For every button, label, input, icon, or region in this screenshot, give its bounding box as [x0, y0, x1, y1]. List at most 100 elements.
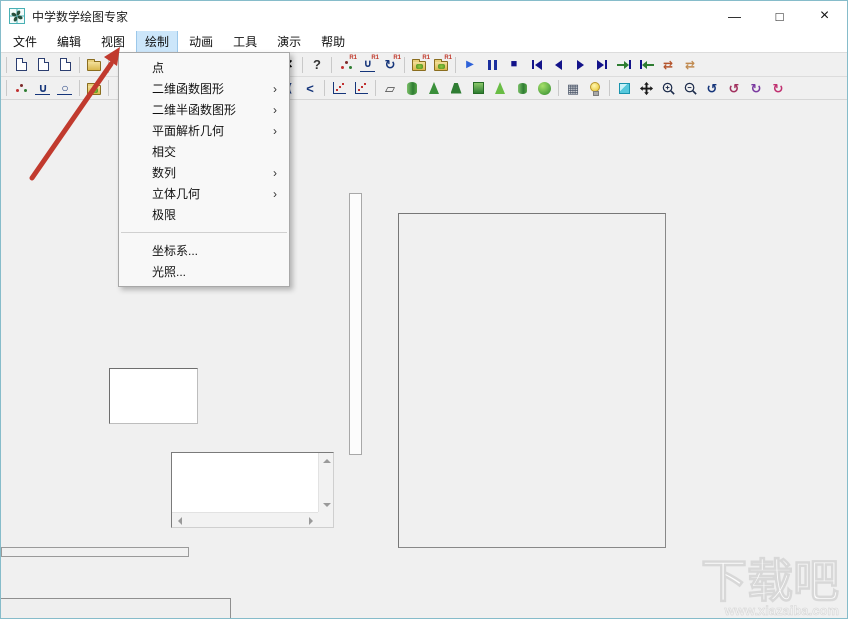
jump-to-end-icon[interactable] [613, 55, 635, 75]
menu-item-edit[interactable]: 编辑 [49, 31, 89, 52]
cone-light-icon[interactable] [489, 78, 511, 98]
cylinder-icon[interactable] [401, 78, 423, 98]
grid-icon[interactable]: ▦ [562, 78, 584, 98]
r1-badge: R1 [371, 55, 379, 61]
draw-menu-item-label: 数列 [152, 164, 176, 181]
draw-menu-item-2[interactable]: 二维半函数图形› [119, 99, 289, 120]
points-icon[interactable] [10, 78, 32, 98]
r1-points-icon[interactable]: R1 [335, 55, 357, 75]
rotate-x-icon[interactable]: ↺ [723, 78, 745, 98]
r1-open-icon[interactable]: R1 [408, 55, 430, 75]
swap-forward-icon[interactable]: ⇄ [657, 55, 679, 75]
r1-rotation-icon[interactable]: ↻R1 [379, 55, 401, 75]
help-icon[interactable]: ? [306, 55, 328, 75]
cuboid-icon[interactable] [467, 78, 489, 98]
draw-menu-item-5[interactable]: 数列› [119, 162, 289, 183]
cube-3d-icon[interactable] [613, 78, 635, 98]
draw-menu-dropdown: 点二维函数图形›二维半函数图形›平面解析几何›相交数列›立体几何›极限坐标系..… [118, 52, 290, 287]
angle-icon[interactable]: < [299, 78, 321, 98]
menu-item-animation[interactable]: 动画 [181, 31, 221, 52]
stop-icon[interactable]: ■ [503, 55, 525, 75]
scroll-left-icon[interactable] [172, 513, 187, 528]
toolbar-separator [324, 80, 325, 96]
cylinder-small-icon[interactable] [511, 78, 533, 98]
menu-item-view[interactable]: 视图 [93, 31, 133, 52]
skip-start-icon[interactable] [525, 55, 547, 75]
horizontal-scrollbar[interactable] [172, 512, 318, 527]
frustum-icon[interactable] [445, 78, 467, 98]
vertical-scrollbar[interactable] [318, 453, 333, 512]
window-controls: — □ × [712, 1, 847, 31]
draw-menu-item-label: 二维函数图形 [152, 80, 224, 97]
submenu-arrow-icon: › [273, 187, 277, 201]
new-file-alt-icon[interactable] [32, 55, 54, 75]
new-file-icon[interactable] [10, 55, 32, 75]
draw-menu-item-label: 光照... [152, 263, 186, 280]
draw-menu-item-7[interactable]: 极限 [119, 204, 289, 225]
step-back-icon[interactable] [547, 55, 569, 75]
open-file-icon[interactable] [83, 55, 105, 75]
sphere-icon[interactable] [533, 78, 555, 98]
skip-end-icon[interactable] [591, 55, 613, 75]
r1-save-icon[interactable]: R1 [430, 55, 452, 75]
draw-menu-item-6[interactable]: 立体几何› [119, 183, 289, 204]
cone-icon[interactable] [423, 78, 445, 98]
scrollbar-corner [318, 512, 333, 527]
graph-frame [398, 213, 666, 548]
watermark: 下载吧 www.xiazaiba.com [701, 559, 839, 619]
menu-item-demo[interactable]: 演示 [269, 31, 309, 52]
zoom-out-icon[interactable] [679, 78, 701, 98]
toolbar-separator [375, 80, 376, 96]
scroll-up-icon[interactable] [319, 453, 334, 468]
open-graph-icon[interactable] [83, 78, 105, 98]
sequence-axis-icon[interactable] [328, 78, 350, 98]
pan-icon[interactable] [635, 78, 657, 98]
draw-menu-item-3[interactable]: 平面解析几何› [119, 120, 289, 141]
toolbar-separator [79, 80, 80, 96]
draw-menu-item-0[interactable]: 点 [119, 57, 289, 78]
close-button[interactable]: × [802, 1, 847, 31]
jump-to-start-icon[interactable] [635, 55, 657, 75]
circle-icon[interactable]: ○ [54, 78, 76, 98]
app-window: 中学数学绘图专家 — □ × 文件编辑视图绘制动画工具演示帮助 ×?R1∪R1↻… [0, 0, 848, 619]
draw-menu-item-10[interactable]: 光照... [119, 261, 289, 282]
menu-item-file[interactable]: 文件 [5, 31, 45, 52]
menu-item-help[interactable]: 帮助 [313, 31, 353, 52]
rotate-y-icon[interactable]: ↻ [745, 78, 767, 98]
menu-item-draw[interactable]: 绘制 [137, 31, 177, 52]
scroll-right-icon[interactable] [303, 513, 318, 528]
draw-menu-item-label: 相交 [152, 143, 176, 160]
preview-panel [109, 368, 198, 424]
horizontal-slider[interactable] [1, 547, 189, 557]
watermark-url: www.xiazaiba.com [701, 603, 839, 619]
new-file-alt2-icon[interactable] [54, 55, 76, 75]
menu-separator [121, 232, 287, 233]
plane-icon[interactable]: ▱ [379, 78, 401, 98]
scroll-down-icon[interactable] [319, 497, 334, 512]
parabola-icon[interactable]: ∪ [32, 78, 54, 98]
menu-bar: 文件编辑视图绘制动画工具演示帮助 [1, 31, 847, 52]
status-panel [1, 598, 231, 619]
draw-menu-item-4[interactable]: 相交 [119, 141, 289, 162]
vertical-scrollbar-strip[interactable] [349, 193, 362, 455]
light-icon[interactable] [584, 78, 606, 98]
watermark-title: 下载吧 [701, 559, 839, 603]
draw-menu-item-1[interactable]: 二维函数图形› [119, 78, 289, 99]
play-icon[interactable]: ▶ [459, 55, 481, 75]
minimize-button[interactable]: — [712, 1, 757, 31]
toolbar-separator [108, 80, 109, 96]
sequence-axis-alt-icon[interactable] [350, 78, 372, 98]
pause-icon[interactable] [481, 55, 503, 75]
menu-item-tools[interactable]: 工具 [225, 31, 265, 52]
swap-backward-icon[interactable]: ⇄ [679, 55, 701, 75]
zoom-in-icon[interactable] [657, 78, 679, 98]
draw-menu-item-9[interactable]: 坐标系... [119, 240, 289, 261]
r1-function-icon[interactable]: ∪R1 [357, 55, 379, 75]
r1-badge: R1 [349, 55, 357, 61]
draw-menu-item-label: 极限 [152, 206, 176, 223]
maximize-button[interactable]: □ [757, 1, 802, 31]
step-forward-icon[interactable] [569, 55, 591, 75]
rotate-z-icon[interactable]: ↻ [767, 78, 789, 98]
rotate-icon[interactable]: ↺ [701, 78, 723, 98]
scrollable-panel [171, 452, 334, 528]
